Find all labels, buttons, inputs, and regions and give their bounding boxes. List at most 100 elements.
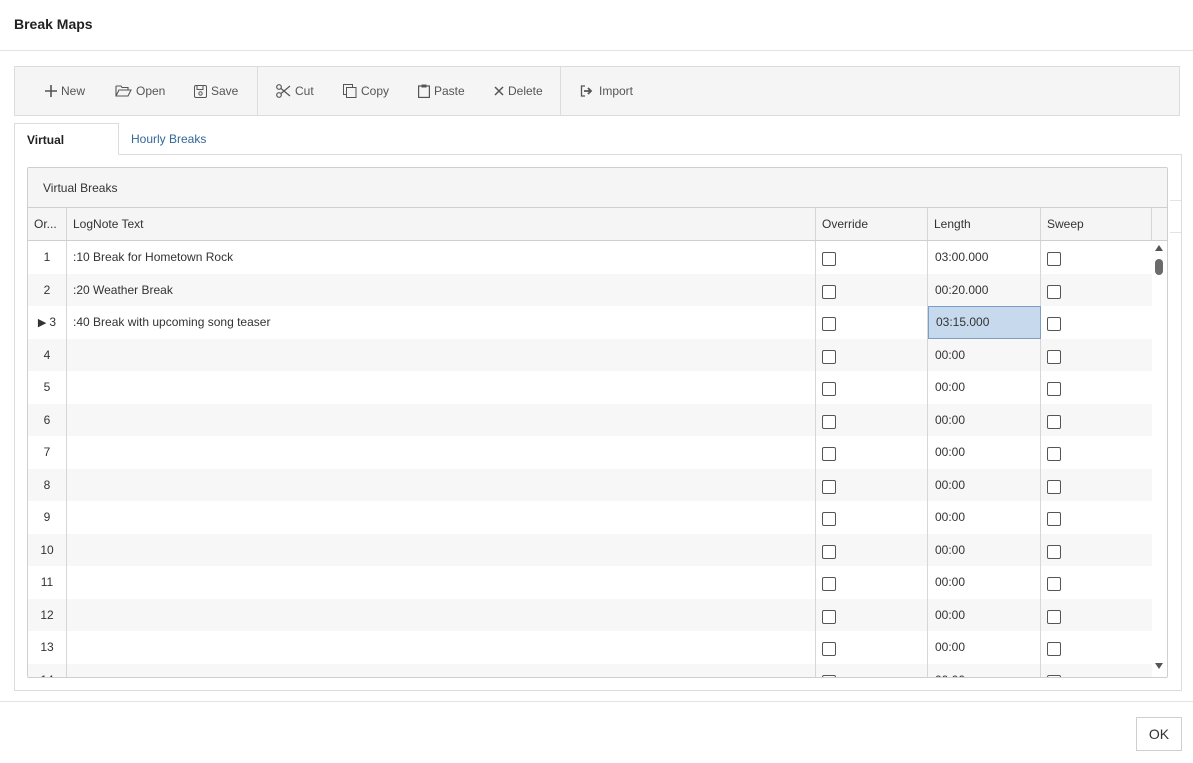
length-cell[interactable]: 03:15.000 bbox=[928, 306, 1041, 339]
order-cell[interactable]: 9 bbox=[28, 501, 67, 534]
order-cell[interactable]: 11 bbox=[28, 566, 67, 599]
order-cell[interactable]: 12 bbox=[28, 598, 67, 631]
length-cell[interactable]: 00:00 bbox=[928, 533, 1041, 566]
order-cell[interactable]: 5 bbox=[28, 371, 67, 404]
cut-button[interactable]: Cut bbox=[276, 67, 314, 115]
length-cell[interactable]: 00:00 bbox=[928, 631, 1041, 664]
save-button[interactable]: Save bbox=[194, 67, 238, 115]
lognote-text-cell[interactable] bbox=[67, 598, 816, 631]
scroll-down-arrow-icon[interactable] bbox=[1155, 663, 1163, 669]
column-header-order[interactable]: Or... bbox=[28, 208, 67, 240]
table-row[interactable]: 7 00:00 bbox=[28, 436, 1152, 469]
order-cell[interactable]: 10 bbox=[28, 533, 67, 566]
order-cell[interactable]: 13 bbox=[28, 631, 67, 664]
sweep-checkbox[interactable] bbox=[1047, 479, 1061, 494]
length-cell[interactable]: 00:00 bbox=[928, 403, 1041, 436]
column-header-override[interactable]: Override bbox=[816, 208, 928, 240]
lognote-text-cell[interactable] bbox=[67, 533, 816, 566]
copy-button[interactable]: Copy bbox=[343, 67, 389, 115]
order-cell[interactable]: 2 bbox=[28, 273, 67, 306]
override-checkbox[interactable] bbox=[822, 252, 836, 267]
tab-hourly-breaks[interactable]: Hourly Breaks bbox=[119, 123, 218, 155]
lognote-text-cell[interactable] bbox=[67, 566, 816, 599]
override-checkbox[interactable] bbox=[822, 317, 836, 332]
table-row[interactable]: 6 00:00 bbox=[28, 403, 1152, 436]
lognote-text-cell[interactable]: :40 Break with upcoming song teaser bbox=[67, 306, 816, 339]
lognote-text-cell[interactable] bbox=[67, 501, 816, 534]
override-checkbox[interactable] bbox=[822, 544, 836, 559]
override-checkbox[interactable] bbox=[822, 674, 836, 677]
override-checkbox[interactable] bbox=[822, 609, 836, 624]
sweep-checkbox[interactable] bbox=[1047, 252, 1061, 267]
column-header-lognote-text[interactable]: LogNote Text bbox=[67, 208, 816, 240]
table-row[interactable]: 10 00:00 bbox=[28, 533, 1152, 566]
sweep-checkbox[interactable] bbox=[1047, 382, 1061, 397]
lognote-text-cell[interactable] bbox=[67, 338, 816, 371]
ok-button[interactable]: OK bbox=[1136, 717, 1182, 751]
tab-virtual-breaks[interactable]: Virtual Breaks bbox=[14, 123, 119, 179]
open-button[interactable]: Open bbox=[115, 67, 165, 115]
column-header-length[interactable]: Length bbox=[928, 208, 1041, 240]
sweep-checkbox[interactable] bbox=[1047, 609, 1061, 624]
length-cell[interactable]: 03:00.000 bbox=[928, 241, 1041, 274]
override-checkbox[interactable] bbox=[822, 512, 836, 527]
table-row[interactable]: 5 00:00 bbox=[28, 371, 1152, 404]
sweep-checkbox[interactable] bbox=[1047, 414, 1061, 429]
override-checkbox[interactable] bbox=[822, 642, 836, 657]
override-checkbox[interactable] bbox=[822, 382, 836, 397]
override-checkbox[interactable] bbox=[822, 414, 836, 429]
order-cell[interactable]: ▶ 3 bbox=[28, 306, 67, 339]
sweep-checkbox[interactable] bbox=[1047, 577, 1061, 592]
length-cell[interactable]: 00:00 bbox=[928, 598, 1041, 631]
table-row[interactable]: 14 00:00 bbox=[28, 663, 1152, 677]
table-row[interactable]: 11 00:00 bbox=[28, 566, 1152, 599]
lognote-text-cell[interactable] bbox=[67, 371, 816, 404]
paste-button[interactable]: Paste bbox=[418, 67, 465, 115]
table-row[interactable]: 9 00:00 bbox=[28, 501, 1152, 534]
sweep-checkbox[interactable] bbox=[1047, 447, 1061, 462]
override-checkbox[interactable] bbox=[822, 349, 836, 364]
order-cell[interactable]: 7 bbox=[28, 436, 67, 469]
sweep-checkbox[interactable] bbox=[1047, 284, 1061, 299]
column-header-sweep[interactable]: Sweep bbox=[1041, 208, 1152, 240]
lognote-text-cell[interactable]: :20 Weather Break bbox=[67, 273, 816, 306]
sweep-checkbox[interactable] bbox=[1047, 674, 1061, 677]
new-button[interactable]: New bbox=[45, 67, 85, 115]
override-checkbox[interactable] bbox=[822, 284, 836, 299]
vertical-scrollbar[interactable] bbox=[1152, 241, 1167, 677]
lognote-text-cell[interactable]: :10 Break for Hometown Rock bbox=[67, 241, 816, 274]
table-row[interactable]: 12 00:00 bbox=[28, 598, 1152, 631]
length-cell[interactable]: 00:00 bbox=[928, 566, 1041, 599]
order-cell[interactable]: 14 bbox=[28, 663, 67, 677]
table-row[interactable]: ▶ 3:40 Break with upcoming song teaser 03:… bbox=[28, 306, 1152, 339]
length-cell[interactable]: 00:00 bbox=[928, 436, 1041, 469]
sweep-checkbox[interactable] bbox=[1047, 349, 1061, 364]
order-cell[interactable]: 6 bbox=[28, 403, 67, 436]
lognote-text-cell[interactable] bbox=[67, 436, 816, 469]
lognote-text-cell[interactable] bbox=[67, 403, 816, 436]
scrollbar-thumb[interactable] bbox=[1155, 259, 1163, 275]
order-cell[interactable]: 1 bbox=[28, 241, 67, 274]
length-cell[interactable]: 00:20.000 bbox=[928, 273, 1041, 306]
delete-button[interactable]: Delete bbox=[494, 67, 543, 115]
sweep-checkbox[interactable] bbox=[1047, 317, 1061, 332]
length-cell[interactable]: 00:00 bbox=[928, 501, 1041, 534]
lognote-text-cell[interactable] bbox=[67, 468, 816, 501]
length-cell[interactable]: 00:00 bbox=[928, 338, 1041, 371]
override-checkbox[interactable] bbox=[822, 447, 836, 462]
table-row[interactable]: 2:20 Weather Break 00:20.000 bbox=[28, 273, 1152, 306]
table-row[interactable]: 4 00:00 bbox=[28, 338, 1152, 371]
order-cell[interactable]: 8 bbox=[28, 468, 67, 501]
override-checkbox[interactable] bbox=[822, 577, 836, 592]
table-row[interactable]: 13 00:00 bbox=[28, 631, 1152, 664]
length-cell[interactable]: 00:00 bbox=[928, 468, 1041, 501]
lognote-text-cell[interactable] bbox=[67, 663, 816, 677]
import-button[interactable]: Import bbox=[580, 67, 633, 115]
order-cell[interactable]: 4 bbox=[28, 338, 67, 371]
scroll-up-arrow-icon[interactable] bbox=[1155, 245, 1163, 251]
table-row[interactable]: 1:10 Break for Hometown Rock 03:00.000 bbox=[28, 241, 1152, 274]
sweep-checkbox[interactable] bbox=[1047, 642, 1061, 657]
table-row[interactable]: 8 00:00 bbox=[28, 468, 1152, 501]
sweep-checkbox[interactable] bbox=[1047, 544, 1061, 559]
length-cell[interactable]: 00:00 bbox=[928, 371, 1041, 404]
